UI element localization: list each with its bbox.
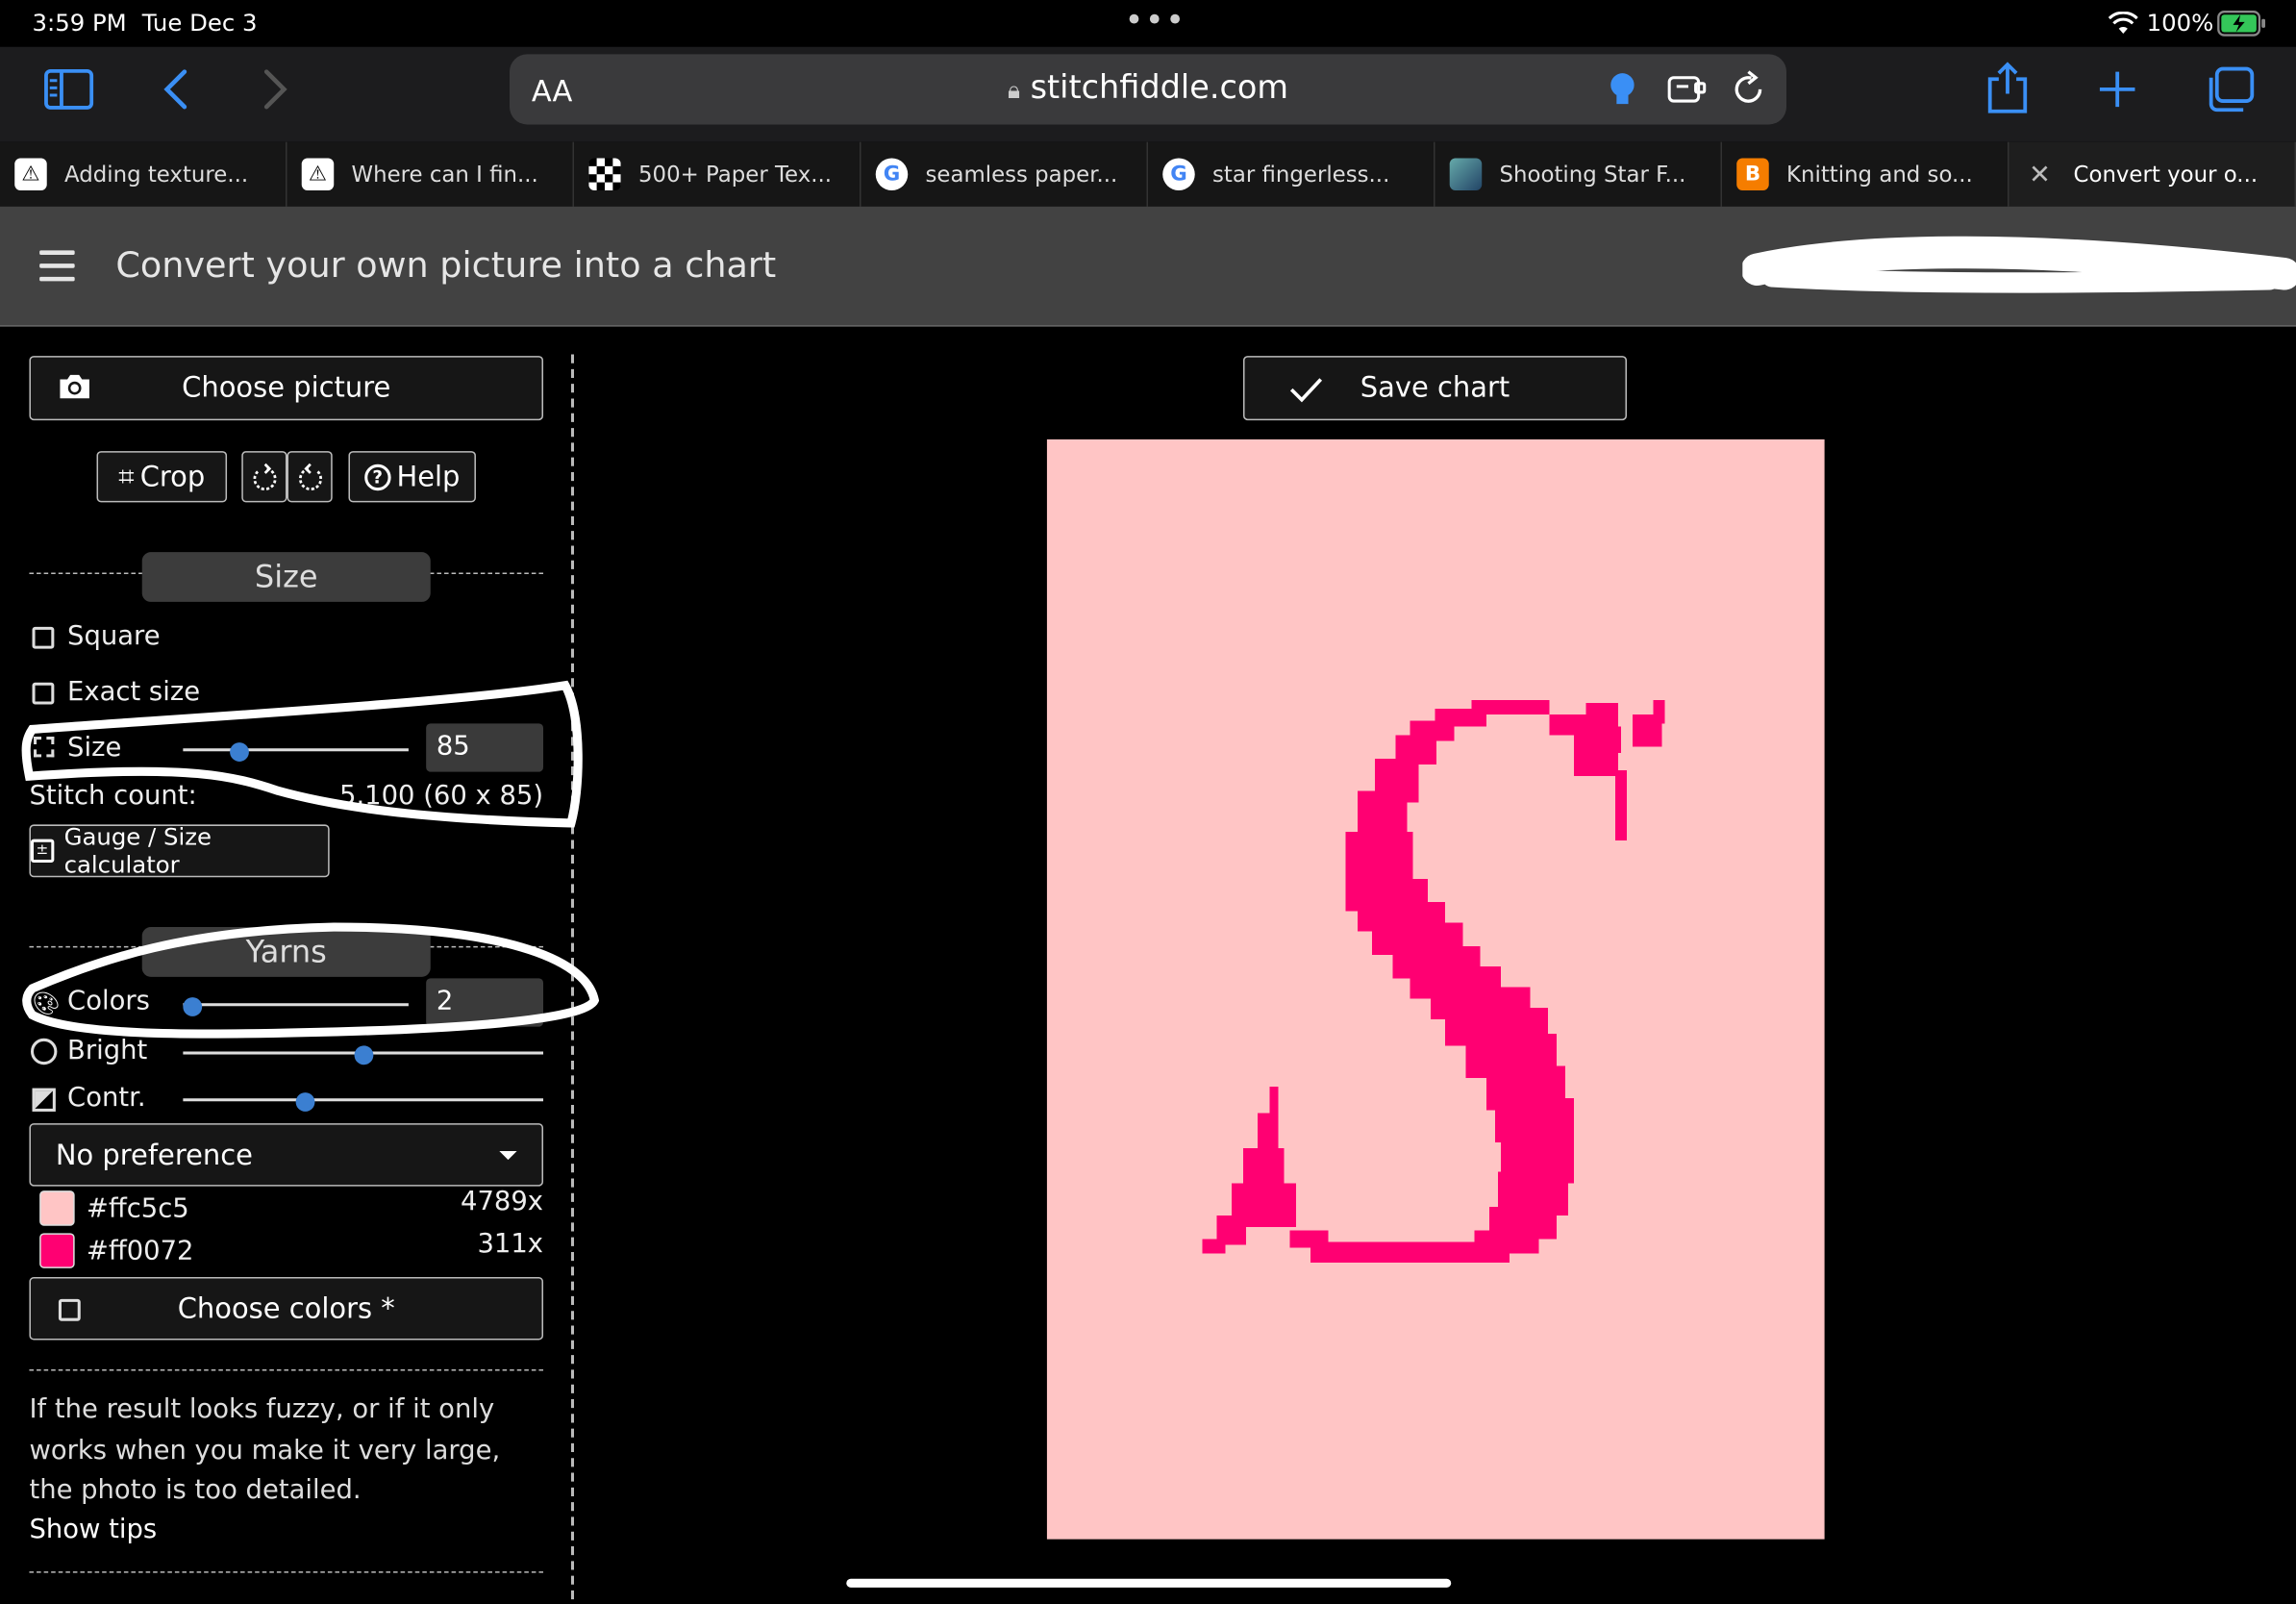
color-count: 4789x bbox=[461, 1186, 544, 1217]
square-label: Square bbox=[67, 620, 161, 652]
color-swatch[interactable] bbox=[39, 1190, 75, 1226]
preference-select[interactable]: No preference bbox=[29, 1123, 544, 1187]
crop-button[interactable]: ⌗ Crop bbox=[96, 451, 228, 503]
rotate-left-icon bbox=[252, 463, 276, 490]
status-bar: 3:59 PM Tue Dec 3 ••• 100% bbox=[0, 0, 2296, 47]
color-hex: #ffc5c5 bbox=[86, 1193, 189, 1225]
url-value: stitchfiddle.com bbox=[1030, 70, 1289, 108]
tab-convert-your-own[interactable]: ✕ Convert your o... bbox=[2009, 141, 2296, 207]
help-button[interactable]: ? Help bbox=[348, 451, 476, 503]
square-checkbox[interactable] bbox=[32, 626, 55, 649]
tip-text: If the result looks fuzzy, or if it only… bbox=[29, 1393, 501, 1506]
choose-colors-label: Choose colors * bbox=[177, 1292, 395, 1325]
save-chart-label: Save chart bbox=[1360, 371, 1510, 405]
rotate-right-icon bbox=[298, 463, 322, 490]
warning-triangle-icon: ⚠︎ bbox=[14, 158, 47, 190]
bright-slider-knob[interactable] bbox=[353, 1045, 373, 1065]
battery-percent: 100% bbox=[2146, 9, 2214, 38]
page-title: Convert your own picture into a chart bbox=[115, 244, 777, 286]
tab-bar: ⚠︎ Adding texture... ⚠︎ Where can I fin.… bbox=[0, 141, 2296, 207]
photo-icon bbox=[1449, 158, 1483, 190]
tab-label: Shooting Star F... bbox=[1499, 161, 1686, 188]
hamburger-menu-icon[interactable] bbox=[39, 250, 75, 289]
caret-down-icon bbox=[499, 1150, 517, 1160]
tab-knitting[interactable]: B Knitting and so... bbox=[1722, 141, 2009, 207]
contr-label: Contr. bbox=[67, 1082, 146, 1114]
app-header: Convert your own picture into a chart bbox=[0, 206, 2296, 327]
tab-label: seamless paper... bbox=[925, 161, 1118, 188]
lock-icon: 🔒︎ bbox=[1007, 76, 1020, 105]
lightbulb-icon[interactable] bbox=[1608, 72, 1636, 111]
camera-icon bbox=[60, 374, 89, 399]
size-section-title: Size bbox=[141, 552, 431, 602]
status-time: 3:59 PM bbox=[32, 9, 127, 38]
checker-icon bbox=[588, 158, 621, 190]
sidebar-icon[interactable] bbox=[44, 68, 94, 111]
rotate-left-button[interactable] bbox=[241, 451, 287, 503]
bright-label: Bright bbox=[67, 1035, 148, 1066]
contrast-slider-knob[interactable] bbox=[295, 1092, 315, 1112]
tab-label: Convert your o... bbox=[2073, 161, 2259, 188]
color-swatch[interactable] bbox=[39, 1233, 75, 1268]
preference-value: No preference bbox=[55, 1139, 253, 1171]
chart-preview[interactable] bbox=[1046, 439, 1825, 1540]
section-divider bbox=[29, 1368, 544, 1371]
url-text: 🔒︎ stitchfiddle.com bbox=[510, 70, 1786, 107]
tab-label: 500+ Paper Tex... bbox=[638, 161, 833, 188]
contrast-icon bbox=[32, 1088, 56, 1112]
google-icon: G bbox=[1162, 158, 1195, 190]
brightness-icon bbox=[30, 1038, 58, 1065]
home-indicator bbox=[846, 1578, 1452, 1588]
tab-star-fingerless[interactable]: G star fingerless... bbox=[1148, 141, 1435, 207]
crop-label: Crop bbox=[139, 460, 206, 493]
pixel-letter-s bbox=[1202, 699, 1665, 1263]
new-tab-icon[interactable] bbox=[2097, 69, 2138, 111]
crop-icon: ⌗ bbox=[118, 460, 135, 493]
calculator-icon: ± bbox=[30, 839, 54, 864]
bright-slider[interactable] bbox=[183, 1045, 544, 1065]
address-bar[interactable]: AA 🔒︎ stitchfiddle.com bbox=[509, 54, 1787, 125]
wifi-icon bbox=[2109, 12, 2138, 35]
tab-label: Knitting and so... bbox=[1786, 161, 1973, 188]
tab-label: Adding texture... bbox=[64, 161, 249, 188]
redaction-scribble bbox=[1742, 236, 2296, 293]
color-count: 311x bbox=[477, 1228, 544, 1260]
tab-where-can-i-find[interactable]: ⚠︎ Where can I fin... bbox=[287, 141, 574, 207]
choose-picture-label: Choose picture bbox=[182, 371, 391, 405]
tab-shooting-star[interactable]: Shooting Star F... bbox=[1435, 141, 1722, 207]
status-date: Tue Dec 3 bbox=[141, 9, 258, 38]
reload-icon[interactable] bbox=[1731, 70, 1766, 109]
forward-icon[interactable] bbox=[261, 67, 289, 112]
help-label: Help bbox=[396, 460, 461, 493]
choose-picture-button[interactable]: Choose picture bbox=[29, 356, 544, 421]
color-hex: #ff0072 bbox=[86, 1236, 194, 1267]
extension-icon[interactable] bbox=[1666, 72, 1708, 108]
multitask-dots-icon[interactable]: ••• bbox=[1125, 3, 1186, 39]
checkmark-icon bbox=[1289, 378, 1323, 403]
tab-overview-icon[interactable] bbox=[2206, 66, 2256, 113]
choose-colors-checkbox[interactable] bbox=[58, 1298, 81, 1321]
browser-toolbar: AA 🔒︎ stitchfiddle.com bbox=[0, 46, 2296, 142]
colors-annotation-circle bbox=[22, 922, 600, 1039]
tab-paper-textures[interactable]: 500+ Paper Tex... bbox=[574, 141, 861, 207]
save-chart-button[interactable]: Save chart bbox=[1242, 356, 1628, 421]
tab-seamless-paper[interactable]: G seamless paper... bbox=[861, 141, 1148, 207]
contrast-slider[interactable] bbox=[183, 1092, 544, 1112]
close-icon[interactable]: ✕ bbox=[2024, 158, 2057, 190]
back-icon[interactable] bbox=[162, 67, 190, 112]
rotate-right-button[interactable] bbox=[287, 451, 333, 503]
choose-colors-button[interactable]: Choose colors * bbox=[29, 1277, 544, 1341]
size-annotation-circle bbox=[21, 680, 583, 828]
warning-triangle-icon: ⚠︎ bbox=[301, 158, 335, 190]
help-icon: ? bbox=[363, 464, 391, 490]
section-divider bbox=[29, 1571, 544, 1573]
google-icon: G bbox=[875, 158, 909, 190]
battery-icon bbox=[2217, 11, 2266, 37]
tab-label: Where can I fin... bbox=[351, 161, 538, 188]
share-icon[interactable] bbox=[1985, 62, 2030, 114]
blogger-icon: B bbox=[1736, 158, 1769, 190]
tab-adding-texture[interactable]: ⚠︎ Adding texture... bbox=[0, 141, 287, 207]
tab-label: star fingerless... bbox=[1212, 161, 1390, 188]
show-tips-link[interactable]: Show tips bbox=[29, 1510, 157, 1550]
